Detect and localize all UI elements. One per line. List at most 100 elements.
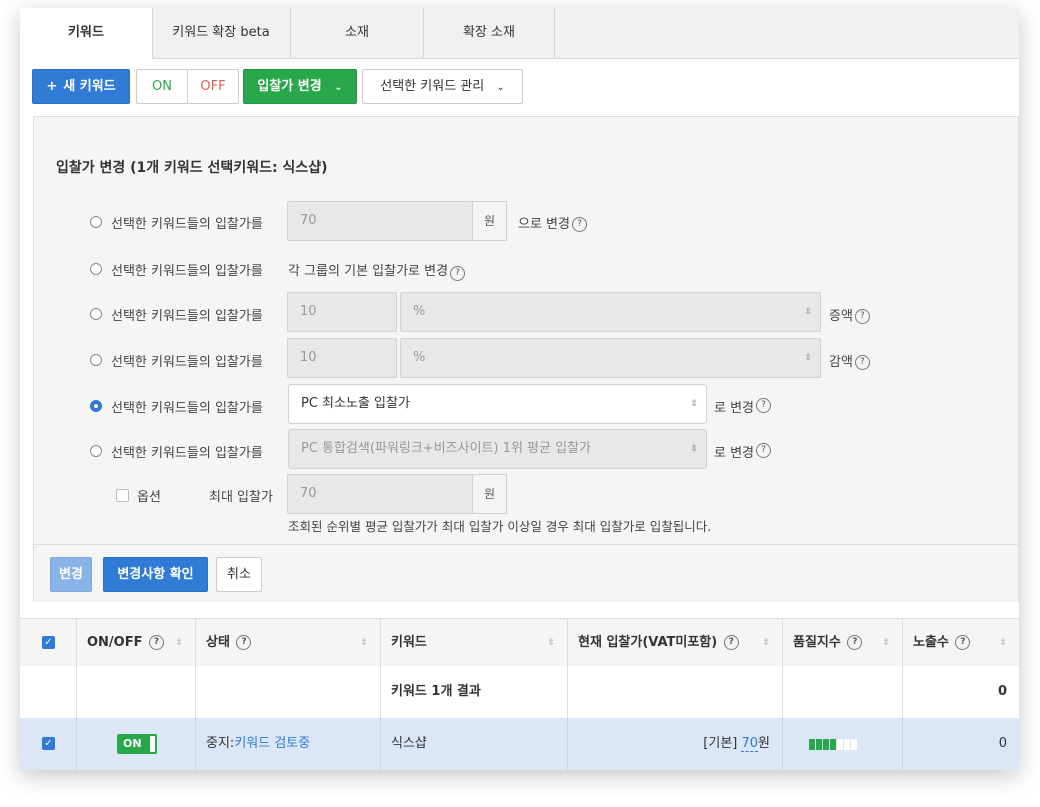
increase-input[interactable]: 10 [287, 292, 397, 332]
pc-min-bid-select[interactable]: PC 최소노출 입찰가 ⇳ [288, 384, 707, 424]
help-icon[interactable]: ? [854, 309, 870, 324]
radio-decrease[interactable] [90, 354, 102, 366]
row-label: 선택한 키워드들의 입찰가를 [111, 401, 263, 416]
row-suffix: 으로 변경? [518, 213, 587, 232]
panel-footer: 변경 변경사항 확인 취소 [34, 544, 1018, 602]
confirm-changes-button[interactable]: 변경사항 확인 [103, 557, 208, 592]
tab-bar: 키워드 키워드 확장 beta 소재 확장 소재 [20, 8, 1019, 59]
manage-selected-dropdown[interactable]: 선택한 키워드 관리 ⌄ [362, 69, 523, 104]
bid-change-button[interactable]: 입찰가 변경 ⌄ [243, 69, 357, 104]
help-icon[interactable]: ? [450, 266, 466, 281]
plus-icon: + [46, 79, 58, 94]
sort-icon[interactable]: ⇳ [999, 619, 1007, 667]
sort-icon[interactable]: ⇳ [547, 619, 555, 667]
row-suffix: 감액? [829, 351, 870, 370]
manage-selected-label: 선택한 키워드 관리 [380, 79, 485, 94]
row-label: 선택한 키워드들의 입찰가를 [111, 309, 263, 324]
new-keyword-label: 새 키워드 [63, 79, 116, 94]
onoff-toggle[interactable]: ON [117, 734, 157, 754]
help-icon[interactable]: ? [571, 217, 587, 232]
help-icon[interactable]: ? [236, 635, 252, 650]
row-checkbox[interactable]: ✓ [42, 737, 55, 750]
row-select-cell: ✓ [20, 718, 77, 770]
sort-arrows-icon: ⇳ [690, 444, 698, 454]
amount-input[interactable]: 70 [287, 201, 473, 241]
radio-group-default[interactable] [90, 263, 102, 275]
sort-icon[interactable]: ⇳ [762, 619, 770, 667]
help-icon[interactable]: ? [854, 355, 870, 370]
help-icon[interactable]: ? [756, 443, 772, 458]
quality-segment [837, 739, 843, 750]
row-keyword: 식스샵 [381, 718, 568, 770]
row-impressions: 0 [998, 736, 1007, 751]
row-onoff-cell: ON [77, 718, 196, 770]
sort-arrows-icon: ⇳ [804, 353, 812, 363]
table-row[interactable]: ✓ ON 중지:키워드 검토중 식스샵 [기본] 70원 0 [20, 718, 1019, 770]
sort-arrows-icon: ⇳ [690, 399, 698, 409]
summary-row: 키워드 1개 결과 0 [20, 666, 1019, 719]
row-label: 선택한 키워드들의 입찰가를 [111, 264, 263, 279]
tab-keyword[interactable]: 키워드 [20, 8, 153, 59]
row-label: 선택한 키워드들의 입찰가를 [111, 217, 263, 232]
sort-icon[interactable]: ⇳ [360, 619, 368, 667]
change-button[interactable]: 변경 [50, 557, 92, 592]
increase-unit-select[interactable]: % ⇳ [400, 292, 821, 332]
radio-pc-avg-bid[interactable] [90, 445, 102, 457]
header-keyword[interactable]: 키워드 ⇳ [381, 619, 568, 667]
off-button[interactable]: OFF [187, 69, 239, 104]
summary-impressions: 0 [997, 684, 1007, 699]
row-current-bid: [기본] 70원 [568, 718, 783, 770]
tab-creative[interactable]: 소재 [291, 8, 424, 58]
radio-set-amount[interactable] [90, 216, 102, 228]
bid-value-link[interactable]: 70 [741, 736, 759, 752]
decrease-unit-select[interactable]: % ⇳ [400, 338, 821, 378]
radio-increase[interactable] [90, 308, 102, 320]
new-keyword-button[interactable]: + 새 키워드 [32, 69, 130, 104]
quality-segment [851, 739, 857, 750]
sort-arrows-icon: ⇳ [804, 307, 812, 317]
radio-pc-min-bid[interactable] [90, 400, 102, 412]
app-frame: 키워드 키워드 확장 beta 소재 확장 소재 + 새 키워드 ON OFF 입… [20, 8, 1019, 770]
quality-segment [830, 739, 836, 750]
quality-index-bar [809, 739, 858, 750]
header-quality[interactable]: 품질지수 ? ⇳ [783, 619, 903, 667]
cancel-button[interactable]: 취소 [216, 557, 262, 592]
quality-segment [844, 739, 850, 750]
chevron-down-icon: ⌄ [334, 82, 343, 93]
row-label: 선택한 키워드들의 입찰가를 [111, 355, 263, 370]
won-addon: 원 [472, 474, 507, 514]
row-suffix: 로 변경? [714, 442, 772, 461]
won-addon: 원 [472, 201, 507, 241]
max-bid-label: 최대 입찰가 [209, 490, 273, 505]
help-icon[interactable]: ? [723, 635, 739, 650]
help-icon[interactable]: ? [847, 635, 863, 650]
tab-extension-creative[interactable]: 확장 소재 [424, 8, 555, 58]
pc-avg-bid-select[interactable]: PC 통합검색(파워링크+비즈사이트) 1위 평균 입찰가 ⇳ [288, 429, 707, 469]
row-quality [783, 718, 903, 770]
on-button[interactable]: ON [136, 69, 188, 104]
option-label: 옵션 [137, 490, 161, 505]
row-status: 중지:키워드 검토중 [196, 718, 381, 770]
decrease-input[interactable]: 10 [287, 338, 397, 378]
row-suffix: 각 그룹의 기본 입찰가로 변경? [288, 260, 466, 281]
select-all-checkbox[interactable]: ✓ [42, 636, 55, 649]
header-onoff[interactable]: ON/OFF ? ⇳ [77, 619, 196, 667]
help-icon[interactable]: ? [756, 398, 772, 413]
max-bid-input[interactable]: 70 [287, 474, 473, 514]
status-link[interactable]: 키워드 검토중 [234, 736, 310, 751]
summary-cell [196, 666, 381, 718]
bid-change-label: 입찰가 변경 [257, 79, 322, 94]
sort-icon[interactable]: ⇳ [175, 619, 183, 667]
header-impressions[interactable]: 노출수 ? ⇳ [903, 619, 1019, 667]
summary-cell [568, 666, 783, 718]
help-icon[interactable]: ? [149, 635, 165, 650]
option-checkbox[interactable] [116, 489, 129, 502]
quality-segment [809, 739, 815, 750]
header-status[interactable]: 상태 ? ⇳ [196, 619, 381, 667]
sort-icon[interactable]: ⇳ [882, 619, 890, 667]
summary-keyword-count: 키워드 1개 결과 [381, 666, 568, 718]
row-label: 선택한 키워드들의 입찰가를 [111, 446, 263, 461]
help-icon[interactable]: ? [955, 635, 971, 650]
header-current-bid[interactable]: 현재 입찰가(VAT미포함) ? ⇳ [568, 619, 783, 667]
tab-keyword-expansion[interactable]: 키워드 확장 beta [152, 8, 291, 58]
